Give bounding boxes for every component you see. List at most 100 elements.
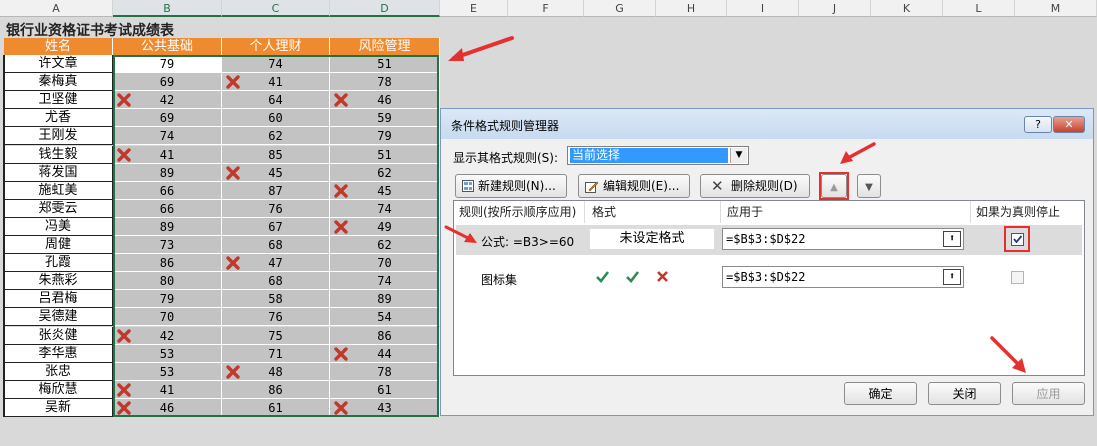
edit-rule-button[interactable]: 编辑规则(E)... xyxy=(578,174,690,198)
score-cell[interactable]: 67 xyxy=(222,217,330,236)
score-cell[interactable]: 48 xyxy=(222,362,330,381)
score-cell[interactable]: 74 xyxy=(222,55,330,73)
col-header-B[interactable]: B xyxy=(113,0,222,17)
col-header-L[interactable]: L xyxy=(943,0,1015,17)
name-cell[interactable]: 许文章 xyxy=(4,55,113,73)
move-down-button[interactable]: ▼ xyxy=(857,174,881,198)
name-cell[interactable]: 吕君梅 xyxy=(4,290,113,309)
name-cell[interactable]: 钱生毅 xyxy=(4,145,113,164)
score-cell[interactable]: 41 xyxy=(113,380,222,399)
col-header-A[interactable]: A xyxy=(0,0,113,17)
rule-2-stop-checkbox[interactable] xyxy=(1011,271,1024,284)
col-header-H[interactable]: H xyxy=(656,0,727,17)
score-cell[interactable]: 79 xyxy=(330,127,440,146)
score-cell[interactable]: 86 xyxy=(222,380,330,399)
score-cell[interactable]: 73 xyxy=(113,236,222,254)
col-header-F[interactable]: F xyxy=(508,0,584,17)
name-cell[interactable]: 卫坚健 xyxy=(4,91,113,110)
score-cell[interactable]: 46 xyxy=(330,91,440,110)
col-header-J[interactable]: J xyxy=(799,0,871,17)
score-cell[interactable]: 87 xyxy=(222,181,330,200)
help-button[interactable]: ? xyxy=(1024,116,1052,133)
score-cell[interactable]: 62 xyxy=(222,127,330,146)
name-cell[interactable]: 张忠 xyxy=(4,362,113,381)
header-basic[interactable]: 公共基础 xyxy=(113,38,222,55)
rule-2-applies-field[interactable]: =$B$3:$D$22 ⬆ xyxy=(722,266,964,288)
score-cell[interactable]: 61 xyxy=(330,380,440,399)
score-cell[interactable]: 60 xyxy=(222,109,330,128)
score-cell[interactable]: 41 xyxy=(222,73,330,92)
score-cell[interactable]: 89 xyxy=(113,163,222,182)
name-cell[interactable]: 吴德建 xyxy=(4,308,113,327)
score-cell[interactable]: 86 xyxy=(330,326,440,345)
delete-rule-button[interactable]: ✕ 删除规则(D) xyxy=(700,174,810,198)
score-cell[interactable]: 66 xyxy=(113,181,222,200)
close-window-button[interactable]: ✕ xyxy=(1053,116,1085,133)
name-cell[interactable]: 张炎健 xyxy=(4,326,113,345)
name-cell[interactable]: 梅欣慧 xyxy=(4,380,113,399)
score-cell[interactable]: 78 xyxy=(330,362,440,381)
name-cell[interactable]: 吴新 xyxy=(4,398,113,417)
score-cell[interactable]: 66 xyxy=(113,199,222,218)
rule-1-applies-field[interactable]: =$B$3:$D$22 ⬆ xyxy=(722,228,964,250)
score-cell[interactable]: 76 xyxy=(222,199,330,218)
name-cell[interactable]: 朱燕彩 xyxy=(4,272,113,291)
score-cell[interactable]: 86 xyxy=(113,254,222,273)
name-cell[interactable]: 施虹美 xyxy=(4,181,113,200)
header-finance[interactable]: 个人理财 xyxy=(222,38,330,55)
score-cell[interactable]: 51 xyxy=(330,55,440,73)
score-cell[interactable]: 51 xyxy=(330,145,440,164)
dialog-titlebar[interactable]: 条件格式规则管理器 ? ✕ xyxy=(441,109,1093,139)
score-cell[interactable]: 71 xyxy=(222,344,330,363)
score-cell[interactable]: 64 xyxy=(222,91,330,110)
score-cell[interactable]: 74 xyxy=(113,127,222,146)
score-cell[interactable]: 89 xyxy=(113,217,222,236)
col-header-I[interactable]: I xyxy=(727,0,799,17)
header-name[interactable]: 姓名 xyxy=(4,38,113,55)
score-cell[interactable]: 45 xyxy=(222,163,330,182)
score-cell[interactable]: 54 xyxy=(330,308,440,327)
apply-button[interactable]: 应用 xyxy=(1012,382,1085,405)
score-cell[interactable]: 89 xyxy=(330,290,440,309)
score-cell[interactable]: 68 xyxy=(222,236,330,254)
col-format-header[interactable]: 格式 xyxy=(592,201,616,223)
score-cell[interactable]: 42 xyxy=(113,91,222,110)
col-header-D[interactable]: D xyxy=(330,0,440,17)
close-button[interactable]: 关闭 xyxy=(928,382,1001,405)
name-cell[interactable]: 秦梅真 xyxy=(4,73,113,92)
score-cell[interactable]: 43 xyxy=(330,398,440,417)
name-cell[interactable]: 李华惠 xyxy=(4,344,113,363)
score-cell[interactable]: 41 xyxy=(113,145,222,164)
score-cell[interactable]: 45 xyxy=(330,181,440,200)
score-cell[interactable]: 53 xyxy=(113,362,222,381)
col-rule-header[interactable]: 规则(按所示顺序应用) xyxy=(459,201,576,223)
chevron-down-icon[interactable]: ▼ xyxy=(730,148,747,163)
score-cell[interactable]: 62 xyxy=(330,163,440,182)
col-header-G[interactable]: G xyxy=(584,0,656,17)
name-cell[interactable]: 周健 xyxy=(4,236,113,254)
score-cell[interactable]: 58 xyxy=(222,290,330,309)
score-cell[interactable]: 68 xyxy=(222,272,330,291)
score-cell[interactable]: 70 xyxy=(113,308,222,327)
score-cell[interactable]: 74 xyxy=(330,199,440,218)
score-cell[interactable]: 75 xyxy=(222,326,330,345)
new-rule-button[interactable]: 新建规则(N)... xyxy=(455,174,567,198)
score-cell[interactable]: 46 xyxy=(113,398,222,417)
score-cell[interactable]: 62 xyxy=(330,236,440,254)
header-risk[interactable]: 风险管理 xyxy=(330,38,440,55)
col-header-M[interactable]: M xyxy=(1015,0,1097,17)
name-cell[interactable]: 郑雯云 xyxy=(4,199,113,218)
score-cell[interactable]: 53 xyxy=(113,344,222,363)
col-applies-header[interactable]: 应用于 xyxy=(727,201,763,223)
score-cell[interactable]: 47 xyxy=(222,254,330,273)
score-cell[interactable]: 76 xyxy=(222,308,330,327)
score-cell[interactable]: 69 xyxy=(113,109,222,128)
score-cell[interactable]: 61 xyxy=(222,398,330,417)
score-cell[interactable]: 49 xyxy=(330,217,440,236)
sheet-title[interactable]: 银行业资格证书考试成绩表 xyxy=(6,20,174,40)
name-cell[interactable]: 冯美 xyxy=(4,217,113,236)
show-rules-select[interactable]: 当前选择 ▼ xyxy=(567,146,749,165)
score-cell[interactable]: 70 xyxy=(330,254,440,273)
score-cell[interactable]: 69 xyxy=(113,73,222,92)
name-cell[interactable]: 孔霞 xyxy=(4,254,113,273)
